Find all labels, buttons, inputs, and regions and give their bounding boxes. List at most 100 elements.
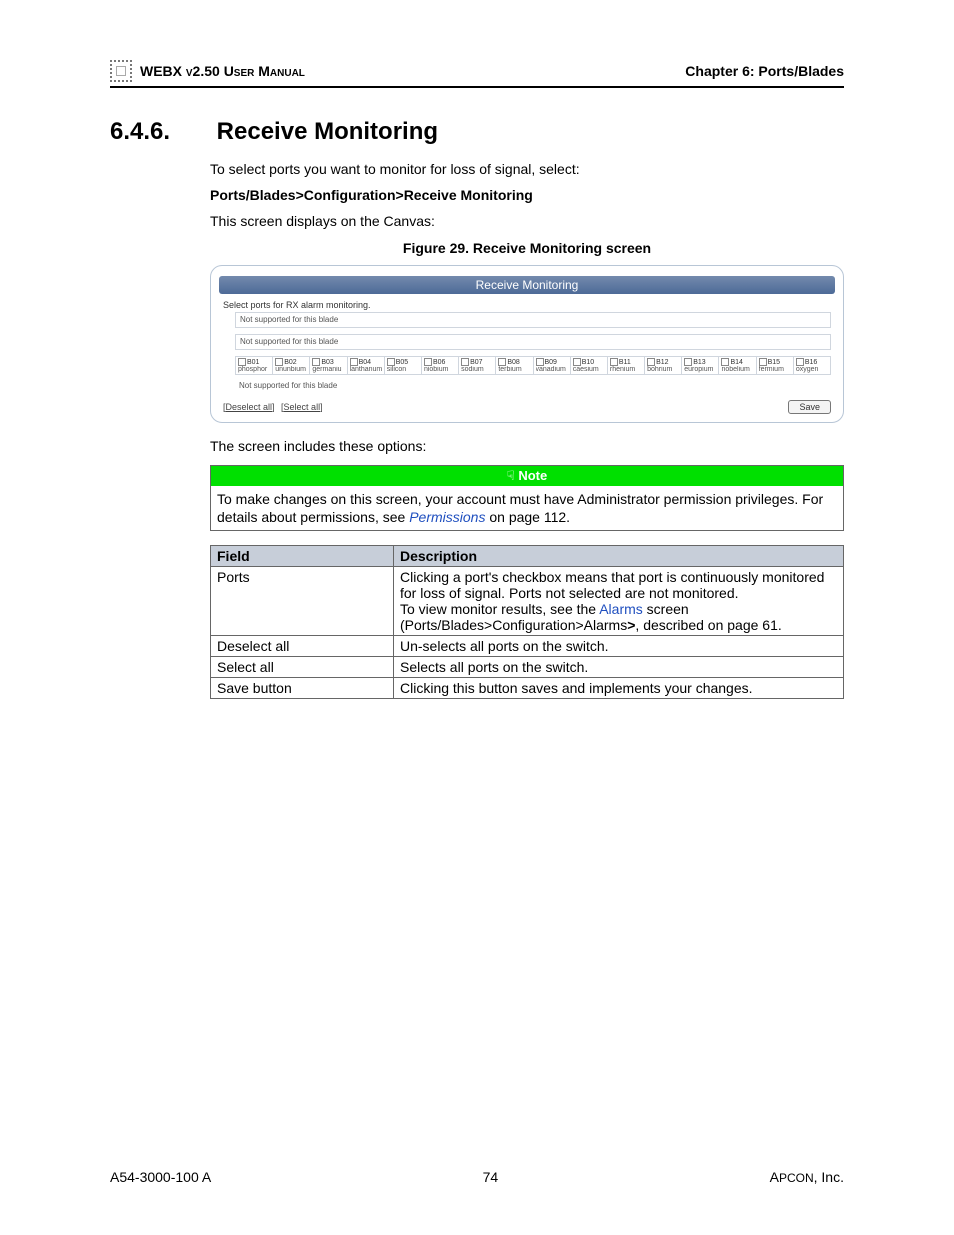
port-cell[interactable]: B06niobium (422, 357, 459, 375)
desc-tail: , described on page 61. (635, 617, 781, 633)
desc-cell: Clicking this button saves and implement… (394, 678, 844, 699)
port-checkbox[interactable] (424, 358, 432, 366)
port-label: fermium (759, 366, 791, 373)
port-cell[interactable]: B13europium (682, 357, 719, 375)
port-code: B06 (433, 359, 445, 366)
port-checkbox[interactable] (610, 358, 618, 366)
footer-right-b: PCON (779, 1171, 814, 1185)
table-row: Select all Selects all ports on the swit… (211, 657, 844, 678)
alarms-link[interactable]: Alarms (599, 601, 643, 617)
desc-line-2: To view monitor results, see the Alarms … (400, 601, 837, 633)
section-heading: 6.4.6. Receive Monitoring (110, 118, 844, 146)
page: WEBX v2.50 User Manual Chapter 6: Ports/… (0, 0, 954, 1235)
port-checkbox[interactable] (350, 358, 358, 366)
deselect-all-link[interactable]: [Deselect all] (223, 402, 275, 412)
port-label: germaniu (312, 366, 344, 373)
port-cell[interactable]: B02ununbium (273, 357, 310, 375)
page-header: WEBX v2.50 User Manual Chapter 6: Ports/… (110, 60, 844, 88)
not-supported-row-3: Not supported for this blade (235, 381, 831, 390)
port-code: B11 (619, 359, 631, 366)
port-code: B15 (768, 359, 780, 366)
port-cell[interactable]: B08terbium (496, 357, 533, 375)
port-cell[interactable]: B12bohrium (645, 357, 682, 375)
port-checkbox[interactable] (238, 358, 246, 366)
port-checkbox[interactable] (461, 358, 469, 366)
port-cell[interactable]: B07sodium (459, 357, 496, 375)
port-checkbox[interactable] (684, 358, 692, 366)
port-label: terbium (498, 366, 530, 373)
save-button[interactable]: Save (788, 400, 831, 414)
select-all-link[interactable]: [Select all] (281, 402, 323, 412)
not-supported-row-1: Not supported for this blade (235, 312, 831, 328)
port-cell[interactable]: B03germaniu (310, 357, 347, 375)
port-cell[interactable]: B09vanadium (534, 357, 571, 375)
port-code: B12 (656, 359, 668, 366)
screenshot-panel: Receive Monitoring Select ports for RX a… (210, 265, 844, 423)
panel-bottom: [Deselect all] [Select all] Save (223, 400, 831, 414)
port-label: niobium (424, 366, 456, 373)
port-cell[interactable]: B10caesium (571, 357, 608, 375)
ports-row: B01phosphorB02ununbiumB03germaniuB04lant… (235, 356, 831, 375)
section-title: Receive Monitoring (217, 118, 438, 145)
desc-line-1: Clicking a port's checkbox means that po… (400, 569, 837, 601)
port-checkbox[interactable] (312, 358, 320, 366)
port-cell[interactable]: B14nobelium (719, 357, 756, 375)
port-checkbox[interactable] (759, 358, 767, 366)
port-code: B01 (247, 359, 259, 366)
port-label: oxygen (796, 366, 828, 373)
panel-instruction: Select ports for RX alarm monitoring. (223, 300, 831, 310)
port-cell[interactable]: B15fermium (757, 357, 794, 375)
port-cell[interactable]: B04lanthanum (348, 357, 385, 375)
field-cell: Ports (211, 567, 394, 636)
port-checkbox[interactable] (647, 358, 655, 366)
port-code: B10 (582, 359, 594, 366)
field-cell: Save button (211, 678, 394, 699)
port-code: B04 (359, 359, 371, 366)
desc-cell: Un-selects all ports on the switch. (394, 636, 844, 657)
note-body: To make changes on this screen, your acc… (211, 486, 843, 530)
permissions-link[interactable]: Permissions (409, 509, 485, 525)
port-cell[interactable]: B11rhenium (608, 357, 645, 375)
footer-right-a: A (770, 1169, 779, 1185)
port-checkbox[interactable] (387, 358, 395, 366)
port-label: ununbium (275, 366, 307, 373)
port-checkbox[interactable] (573, 358, 581, 366)
port-checkbox[interactable] (498, 358, 506, 366)
port-cell[interactable]: B16oxygen (794, 357, 831, 375)
port-cell[interactable]: B05silicon (385, 357, 422, 375)
desc-cell: Selects all ports on the switch. (394, 657, 844, 678)
chip-icon (110, 60, 132, 82)
port-checkbox[interactable] (721, 358, 729, 366)
port-code: B02 (284, 359, 296, 366)
options-intro: The screen includes these options: (210, 437, 844, 455)
hand-icon: ☟ (507, 468, 515, 483)
port-cell[interactable]: B01phosphor (236, 357, 273, 375)
chapter-title: Chapter 6: Ports/Blades (685, 63, 844, 79)
port-checkbox[interactable] (796, 358, 804, 366)
port-label: lanthanum (350, 366, 382, 373)
port-label: nobelium (721, 366, 753, 373)
field-cell: Select all (211, 657, 394, 678)
footer-right: APCON, Inc. (770, 1169, 844, 1185)
table-row: Deselect all Un-selects all ports on the… (211, 636, 844, 657)
port-code: B07 (470, 359, 482, 366)
note-header: ☟ Note (211, 466, 843, 486)
port-checkbox[interactable] (536, 358, 544, 366)
port-label: caesium (573, 366, 605, 373)
figure-title: Figure 29. Receive Monitoring screen (210, 239, 844, 257)
table-header-row: Field Description (211, 546, 844, 567)
note-label: Note (518, 468, 547, 483)
port-label: silicon (387, 366, 419, 373)
note-box: ☟ Note To make changes on this screen, y… (210, 465, 844, 531)
port-label: bohrium (647, 366, 679, 373)
port-label: rhenium (610, 366, 642, 373)
desc-pre: To view monitor results, see the (400, 601, 599, 617)
port-label: vanadium (536, 366, 568, 373)
port-code: B08 (507, 359, 519, 366)
canvas-text: This screen displays on the Canvas: (210, 212, 844, 230)
port-code: B05 (396, 359, 408, 366)
footer-left: A54-3000-100 A (110, 1169, 211, 1185)
note-text-b: on page 112. (485, 509, 570, 525)
port-checkbox[interactable] (275, 358, 283, 366)
header-left: WEBX v2.50 User Manual (110, 60, 305, 82)
